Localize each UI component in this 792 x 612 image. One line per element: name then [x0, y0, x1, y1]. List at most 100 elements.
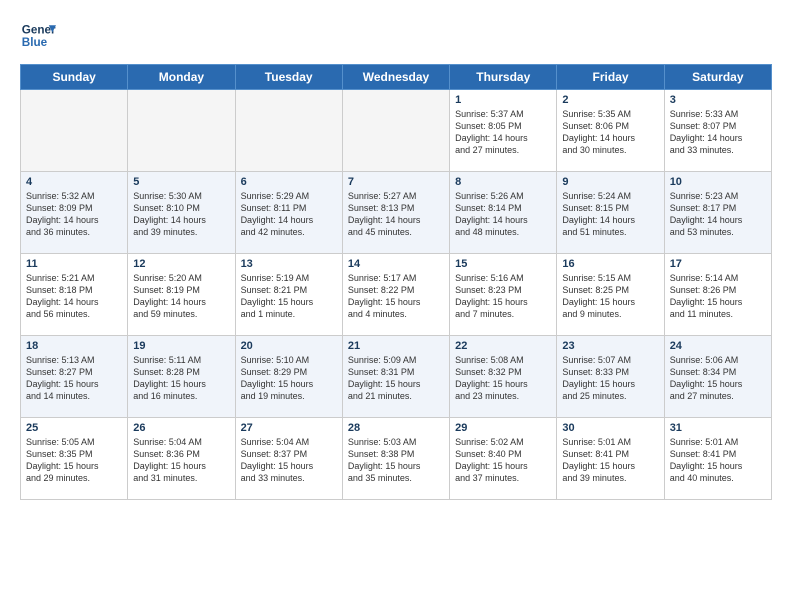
cell-info: Sunrise: 5:01 AM Sunset: 8:41 PM Dayligh…	[670, 436, 766, 485]
day-number: 2	[562, 94, 658, 106]
cal-cell-17: 17 Sunrise: 5:14 AM Sunset: 8:26 PM Dayli…	[664, 254, 771, 336]
day-number: 4	[26, 176, 122, 188]
cell-info: Sunrise: 5:24 AM Sunset: 8:15 PM Dayligh…	[562, 190, 658, 239]
day-number: 8	[455, 176, 551, 188]
cell-info: Sunrise: 5:27 AM Sunset: 8:13 PM Dayligh…	[348, 190, 444, 239]
cal-cell-11: 11Sunrise: 5:21 AM Sunset: 8:18 PM Dayli…	[21, 254, 128, 336]
day-number: 30	[562, 422, 658, 434]
cell-info: Sunrise: 5:02 AM Sunset: 8:40 PM Dayligh…	[455, 436, 551, 485]
day-number: 27	[241, 422, 337, 434]
cell-info: Sunrise: 5:16 AM Sunset: 8:23 PM Dayligh…	[455, 272, 551, 321]
cell-info: Sunrise: 5:04 AM Sunset: 8:36 PM Dayligh…	[133, 436, 229, 485]
cell-info: Sunrise: 5:05 AM Sunset: 8:35 PM Dayligh…	[26, 436, 122, 485]
cell-info: Sunrise: 5:03 AM Sunset: 8:38 PM Dayligh…	[348, 436, 444, 485]
calendar-week-4: 18Sunrise: 5:13 AM Sunset: 8:27 PM Dayli…	[21, 336, 772, 418]
cell-info: Sunrise: 5:07 AM Sunset: 8:33 PM Dayligh…	[562, 354, 658, 403]
day-number: 14	[348, 258, 444, 270]
cell-info: Sunrise: 5:15 AM Sunset: 8:25 PM Dayligh…	[562, 272, 658, 321]
day-header-friday: Friday	[557, 65, 664, 90]
day-number: 31	[670, 422, 766, 434]
day-number: 20	[241, 340, 337, 352]
day-number: 17	[670, 258, 766, 270]
cal-cell-15: 15Sunrise: 5:16 AM Sunset: 8:23 PM Dayli…	[450, 254, 557, 336]
page-header: General Blue	[20, 18, 772, 54]
cal-cell-16: 16 Sunrise: 5:15 AM Sunset: 8:25 PM Dayli…	[557, 254, 664, 336]
cell-info: Sunrise: 5:19 AM Sunset: 8:21 PM Dayligh…	[241, 272, 337, 321]
day-number: 1	[455, 94, 551, 106]
cal-cell-19: 19 Sunrise: 5:11 AM Sunset: 8:28 PM Dayli…	[128, 336, 235, 418]
day-header-sunday: Sunday	[21, 65, 128, 90]
cal-cell-8: 8 Sunrise: 5:26 AM Sunset: 8:14 PM Daylig…	[450, 172, 557, 254]
cell-info: Sunrise: 5:30 AM Sunset: 8:10 PM Dayligh…	[133, 190, 229, 239]
cell-info: Sunrise: 5:21 AM Sunset: 8:18 PM Dayligh…	[26, 272, 122, 321]
cal-cell-31: 31 Sunrise: 5:01 AM Sunset: 8:41 PM Dayli…	[664, 418, 771, 500]
cell-info: Sunrise: 5:35 AM Sunset: 8:06 PM Dayligh…	[562, 108, 658, 157]
cal-cell-18: 18Sunrise: 5:13 AM Sunset: 8:27 PM Dayli…	[21, 336, 128, 418]
logo: General Blue	[20, 18, 56, 54]
day-number: 22	[455, 340, 551, 352]
day-number: 24	[670, 340, 766, 352]
cal-cell-30: 30Sunrise: 5:01 AM Sunset: 8:41 PM Dayli…	[557, 418, 664, 500]
cal-cell-13: 13 Sunrise: 5:19 AM Sunset: 8:21 PM Dayli…	[235, 254, 342, 336]
cal-cell-21: 21 Sunrise: 5:09 AM Sunset: 8:31 PM Dayli…	[342, 336, 449, 418]
cal-cell-20: 20Sunrise: 5:10 AM Sunset: 8:29 PM Dayli…	[235, 336, 342, 418]
day-number: 12	[133, 258, 229, 270]
day-header-row: SundayMondayTuesdayWednesdayThursdayFrid…	[21, 65, 772, 90]
day-number: 23	[562, 340, 658, 352]
cal-cell-27: 27Sunrise: 5:04 AM Sunset: 8:37 PM Dayli…	[235, 418, 342, 500]
day-number: 7	[348, 176, 444, 188]
cal-cell-empty	[128, 90, 235, 172]
day-number: 19	[133, 340, 229, 352]
cal-cell-12: 12 Sunrise: 5:20 AM Sunset: 8:19 PM Dayli…	[128, 254, 235, 336]
day-header-monday: Monday	[128, 65, 235, 90]
cell-info: Sunrise: 5:29 AM Sunset: 8:11 PM Dayligh…	[241, 190, 337, 239]
cal-cell-4: 4 Sunrise: 5:32 AM Sunset: 8:09 PM Daylig…	[21, 172, 128, 254]
svg-text:Blue: Blue	[22, 36, 48, 49]
day-number: 28	[348, 422, 444, 434]
calendar-week-5: 25 Sunrise: 5:05 AM Sunset: 8:35 PM Dayli…	[21, 418, 772, 500]
cal-cell-25: 25 Sunrise: 5:05 AM Sunset: 8:35 PM Dayli…	[21, 418, 128, 500]
cal-cell-29: 29 Sunrise: 5:02 AM Sunset: 8:40 PM Dayli…	[450, 418, 557, 500]
cell-info: Sunrise: 5:17 AM Sunset: 8:22 PM Dayligh…	[348, 272, 444, 321]
cal-cell-10: 10 Sunrise: 5:23 AM Sunset: 8:17 PM Dayli…	[664, 172, 771, 254]
day-number: 3	[670, 94, 766, 106]
cell-info: Sunrise: 5:13 AM Sunset: 8:27 PM Dayligh…	[26, 354, 122, 403]
cal-cell-26: 26 Sunrise: 5:04 AM Sunset: 8:36 PM Dayli…	[128, 418, 235, 500]
cell-info: Sunrise: 5:32 AM Sunset: 8:09 PM Dayligh…	[26, 190, 122, 239]
day-number: 13	[241, 258, 337, 270]
day-number: 29	[455, 422, 551, 434]
cal-cell-14: 14 Sunrise: 5:17 AM Sunset: 8:22 PM Dayli…	[342, 254, 449, 336]
cal-cell-28: 28 Sunrise: 5:03 AM Sunset: 8:38 PM Dayli…	[342, 418, 449, 500]
cal-cell-5: 5 Sunrise: 5:30 AM Sunset: 8:10 PM Daylig…	[128, 172, 235, 254]
cell-info: Sunrise: 5:11 AM Sunset: 8:28 PM Dayligh…	[133, 354, 229, 403]
cell-info: Sunrise: 5:37 AM Sunset: 8:05 PM Dayligh…	[455, 108, 551, 157]
day-number: 26	[133, 422, 229, 434]
cal-cell-23: 23 Sunrise: 5:07 AM Sunset: 8:33 PM Dayli…	[557, 336, 664, 418]
cell-info: Sunrise: 5:23 AM Sunset: 8:17 PM Dayligh…	[670, 190, 766, 239]
cell-info: Sunrise: 5:09 AM Sunset: 8:31 PM Dayligh…	[348, 354, 444, 403]
cal-cell-9: 9Sunrise: 5:24 AM Sunset: 8:15 PM Daylig…	[557, 172, 664, 254]
cell-info: Sunrise: 5:08 AM Sunset: 8:32 PM Dayligh…	[455, 354, 551, 403]
day-number: 10	[670, 176, 766, 188]
day-header-wednesday: Wednesday	[342, 65, 449, 90]
cal-cell-empty	[21, 90, 128, 172]
cell-info: Sunrise: 5:26 AM Sunset: 8:14 PM Dayligh…	[455, 190, 551, 239]
day-number: 25	[26, 422, 122, 434]
logo-icon: General Blue	[20, 18, 56, 54]
cell-info: Sunrise: 5:06 AM Sunset: 8:34 PM Dayligh…	[670, 354, 766, 403]
cell-info: Sunrise: 5:20 AM Sunset: 8:19 PM Dayligh…	[133, 272, 229, 321]
calendar-week-1: 1 Sunrise: 5:37 AM Sunset: 8:05 PM Daylig…	[21, 90, 772, 172]
cell-info: Sunrise: 5:33 AM Sunset: 8:07 PM Dayligh…	[670, 108, 766, 157]
day-number: 5	[133, 176, 229, 188]
day-number: 16	[562, 258, 658, 270]
cell-info: Sunrise: 5:14 AM Sunset: 8:26 PM Dayligh…	[670, 272, 766, 321]
day-header-thursday: Thursday	[450, 65, 557, 90]
day-number: 6	[241, 176, 337, 188]
cal-cell-1: 1 Sunrise: 5:37 AM Sunset: 8:05 PM Daylig…	[450, 90, 557, 172]
cal-cell-empty	[342, 90, 449, 172]
cal-cell-24: 24 Sunrise: 5:06 AM Sunset: 8:34 PM Dayli…	[664, 336, 771, 418]
day-number: 21	[348, 340, 444, 352]
calendar-week-3: 11Sunrise: 5:21 AM Sunset: 8:18 PM Dayli…	[21, 254, 772, 336]
day-header-saturday: Saturday	[664, 65, 771, 90]
cal-cell-empty	[235, 90, 342, 172]
